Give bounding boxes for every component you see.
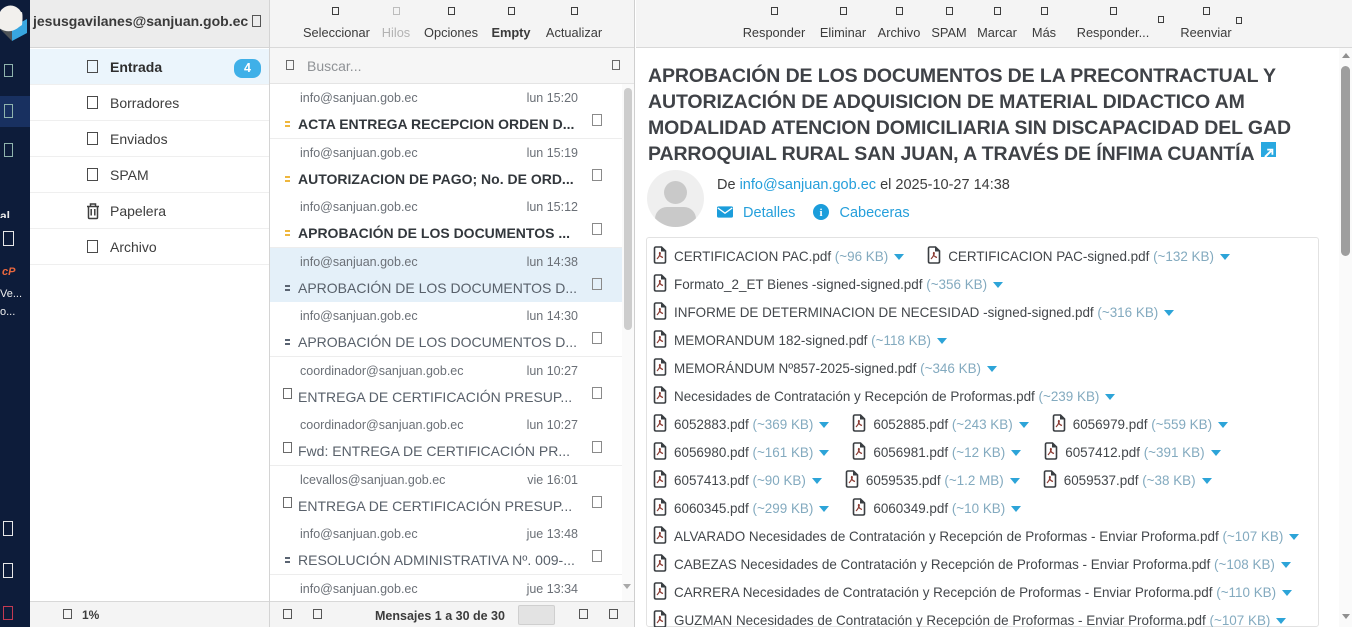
svg-text:i: i	[820, 207, 823, 219]
